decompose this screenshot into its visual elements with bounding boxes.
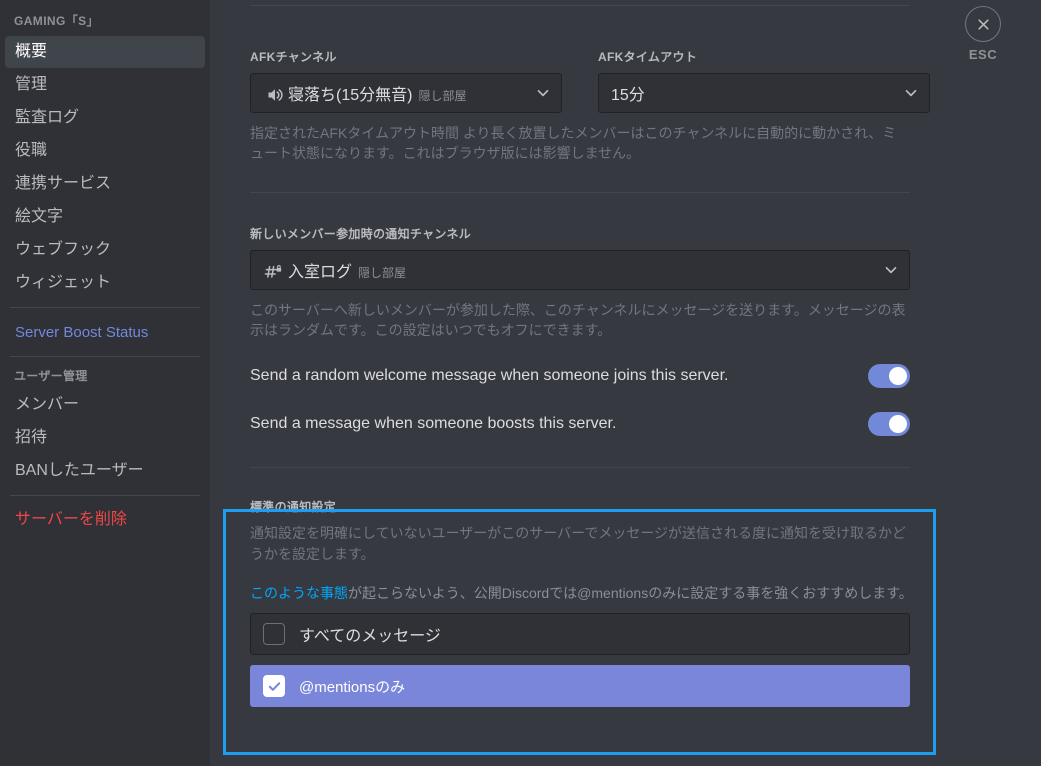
toggle-knob [889,367,907,386]
sidebar-item-emoji[interactable]: 絵文字 [5,201,205,233]
afk-channel-value: 寝落ち(15分無音) [288,87,413,104]
chevron-down-icon [903,85,919,101]
section-divider [250,467,910,469]
sidebar-item-roles[interactable]: 役職 [5,135,205,167]
sidebar-item-label: メンバー [15,396,80,413]
welcome-channel-label: 新しいメンバー参加時の通知チャンネル [250,226,472,241]
sidebar-item-label: ウィジェット [15,274,112,291]
sidebar-item-label: BANしたユーザー [15,462,144,479]
sidebar-section-user-management: ユーザー管理 [14,369,88,383]
sidebar-item-label: ウェブフック [15,241,112,258]
chevron-down-icon [535,85,551,101]
welcome-channel-value: 入室ログ [288,263,353,281]
section-divider [250,191,910,193]
sidebar-item-delete-server[interactable]: サーバーを削除 [5,504,205,536]
afk-settings-row: AFKチャンネル 寝落ち(15分無音) 隠し部屋 AFKタイムアウト 15分 [250,48,950,113]
sidebar-divider [10,495,200,496]
overview-content: AFKチャンネル 寝落ち(15分無音) 隠し部屋 AFKタイムアウト 15分 指… [250,0,950,708]
notification-option-all-messages[interactable]: すべてのメッセージ [250,613,910,656]
voice-channel-icon [263,86,283,104]
sidebar-item-integrations[interactable]: 連携サービス [5,168,205,200]
toggle-random-welcome-message[interactable] [868,364,910,389]
toggle-row-random-welcome: Send a random welcome message when someo… [250,362,910,390]
settings-main-panel: AFKチャンネル 寝落ち(15分無音) 隠し部屋 AFKタイムアウト 15分 指… [210,0,1041,766]
chevron-down-icon [883,262,899,278]
close-settings-button[interactable]: ESC [953,6,1013,62]
sidebar-item-moderation[interactable]: 管理 [5,69,205,101]
sidebar-item-bans[interactable]: BANしたユーザー [5,455,205,487]
locked-text-channel-icon [263,263,283,281]
welcome-helper-text: このサーバーへ新しいメンバーが参加した際、このチャンネルにメッセージを送ります。… [250,301,906,338]
sidebar-item-label: 招待 [15,429,48,446]
afk-timeout-group: AFKタイムアウト 15分 [598,48,930,113]
welcome-channel-value-suffix: 隠し部屋 [358,265,407,280]
close-button-label: ESC [968,47,998,62]
afk-channel-value-suffix: 隠し部屋 [418,89,467,103]
toggle-row-boost-message: Send a message when someone boosts this … [250,410,910,438]
sidebar-item-members[interactable]: メンバー [5,389,205,421]
sidebar-item-audit-log[interactable]: 監査ログ [5,102,205,134]
sidebar-divider [10,356,200,357]
checkbox-checked-icon [263,675,285,698]
afk-channel-label: AFKチャンネル [250,50,337,64]
sidebar-item-invites[interactable]: 招待 [5,422,205,454]
afk-helper-text: 指定されたAFKタイムアウト時間 より長く放置したメンバーはこのチャンネルに自動… [250,125,897,162]
toggle-label: Send a message when someone boosts this … [250,415,617,433]
sidebar-item-label: 役職 [15,142,48,159]
default-notification-settings: 標準の通知設定 通知設定を明確にしていないユーザーがこのサーバーでメッセージが送… [250,498,950,708]
close-icon [965,6,1001,42]
notification-settings-description: 通知設定を明確にしていないユーザーがこのサーバーでメッセージが送信される度に通知… [250,525,907,563]
welcome-channel-select[interactable]: 入室ログ 隠し部屋 [250,249,910,290]
settings-sidebar: GAMING「S」 概要 管理 監査ログ 役職 連携サービス 絵文字 ウェブフッ… [0,0,210,766]
notification-option-label: @mentionsのみ [299,678,406,696]
notification-settings-title: 標準の通知設定 [250,500,337,515]
sidebar-server-name: GAMING「S」 [14,14,99,28]
sidebar-item-label: サーバーを削除 [15,511,127,528]
toggle-label: Send a random welcome message when someo… [250,367,729,385]
afk-channel-group: AFKチャンネル 寝落ち(15分無音) 隠し部屋 [250,48,562,113]
sidebar-item-label: 絵文字 [15,208,64,225]
afk-timeout-select[interactable]: 15分 [598,73,930,113]
sidebar-item-overview[interactable]: 概要 [5,36,205,68]
notification-note-rest: が起こらないよう、公開Discordでは@mentionsのみに設定する事を強く… [348,585,913,602]
toggle-knob [889,415,907,434]
sidebar-item-label: 連携サービス [15,175,112,192]
welcome-channel-group: 新しいメンバー参加時の通知チャンネル 入室ログ 隠し部屋 [250,225,950,290]
notification-option-mentions-only[interactable]: @mentionsのみ [250,665,910,708]
sidebar-divider [10,307,200,308]
afk-channel-select[interactable]: 寝落ち(15分無音) 隠し部屋 [250,73,562,113]
toggle-boost-message[interactable] [868,412,910,437]
afk-timeout-label: AFKタイムアウト [598,50,698,64]
sidebar-item-server-boost-status[interactable]: Server Boost Status [5,316,205,348]
notification-settings-note: このような事態が起こらないよう、公開Discordでは@mentionsのみに設… [250,583,915,603]
checkbox-unchecked-icon [263,623,285,646]
top-divider [250,5,910,6]
afk-timeout-value: 15分 [611,87,645,104]
sidebar-item-widget[interactable]: ウィジェット [5,267,205,299]
sidebar-item-webhooks[interactable]: ウェブフック [5,234,205,266]
notification-option-label: すべてのメッセージ [299,628,441,646]
sidebar-item-label: Server Boost Status [15,323,149,341]
server-settings-window: GAMING「S」 概要 管理 監査ログ 役職 連携サービス 絵文字 ウェブフッ… [0,0,1041,766]
notification-note-link[interactable]: このような事態 [250,585,348,601]
sidebar-item-label: 監査ログ [15,109,80,126]
sidebar-item-label: 管理 [15,76,48,93]
sidebar-item-label: 概要 [15,43,48,60]
